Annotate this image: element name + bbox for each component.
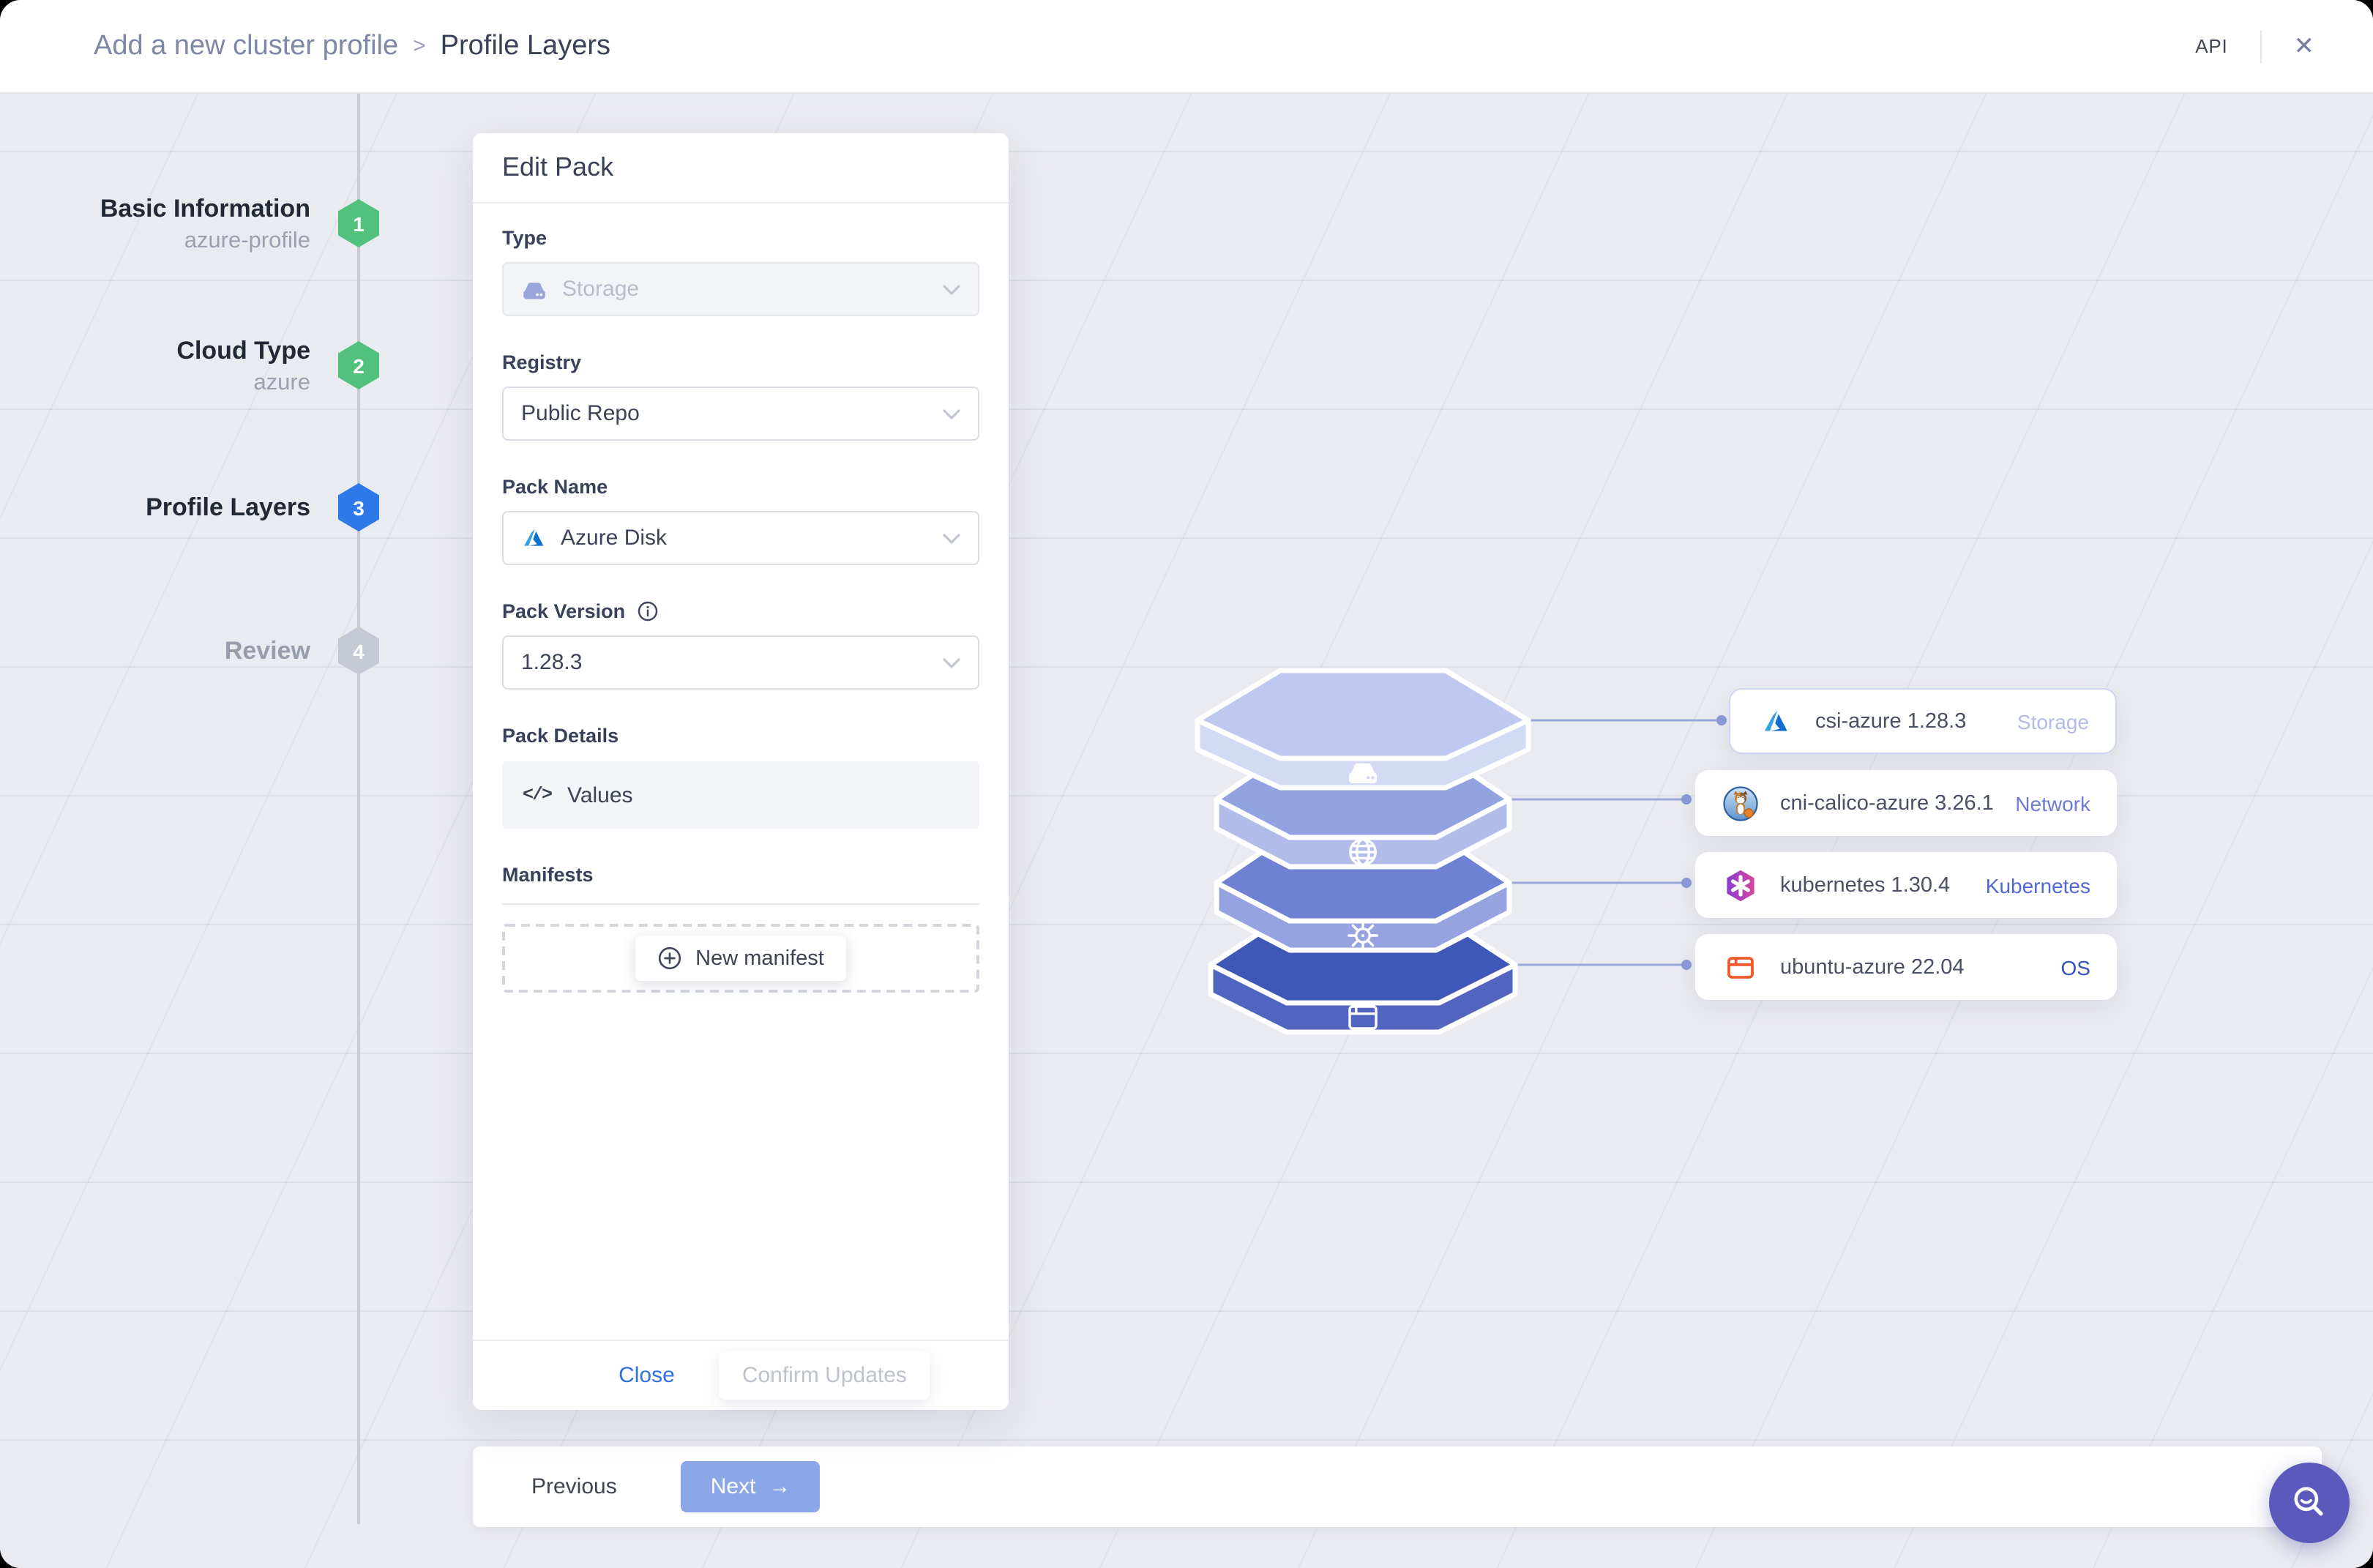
- chevron-down-icon: [943, 408, 960, 419]
- plus-circle-icon: [659, 947, 681, 970]
- pack-version-label: Pack Version: [502, 600, 979, 622]
- azure-icon: [1757, 702, 1795, 740]
- chevron-down-icon: [943, 657, 960, 668]
- registry-label: Registry: [502, 351, 582, 373]
- wizard-nav-bar: Previous Next →: [473, 1446, 2322, 1527]
- magnifier-icon: [2294, 1487, 2323, 1516]
- step-title: Review: [224, 637, 310, 665]
- kubernetes-helm-icon: [1348, 920, 1378, 951]
- step-subtitle: azure: [253, 370, 310, 395]
- panel-title: Edit Pack: [473, 133, 1009, 204]
- edit-pack-panel: Edit Pack Type Storage Registry Public R…: [473, 133, 1009, 1410]
- code-icon: </>: [523, 785, 553, 805]
- pack-version-select[interactable]: 1.28.3: [502, 635, 979, 690]
- pack-details-label: Pack Details: [502, 725, 619, 747]
- chevron-down-icon: [943, 532, 960, 544]
- storage-drive-icon: [523, 282, 545, 299]
- pack-card-category: Storage: [2017, 709, 2089, 733]
- pack-card-name: kubernetes 1.30.4: [1780, 873, 1951, 897]
- previous-button[interactable]: Previous: [531, 1474, 617, 1499]
- pack-name-value: Azure Disk: [561, 526, 668, 550]
- app-window: Add a new cluster profile > Profile Laye…: [0, 0, 2373, 1568]
- arrow-right-icon: →: [769, 1474, 791, 1499]
- confirm-updates-button[interactable]: Confirm Updates: [718, 1351, 930, 1400]
- azure-icon: [524, 529, 544, 546]
- pack-name-select[interactable]: Azure Disk: [502, 511, 979, 565]
- stack-layer-os: [1208, 912, 1518, 1035]
- new-manifest-label: New manifest: [695, 947, 824, 970]
- main-content: Basic Information azure-profile 1 Cloud …: [0, 94, 2373, 1568]
- connector-dots: [1681, 715, 1727, 970]
- kubernetes-icon: [1722, 866, 1760, 904]
- next-button[interactable]: Next →: [681, 1461, 821, 1512]
- type-label: Type: [502, 227, 548, 249]
- manifests-dropzone: New manifest: [502, 924, 979, 993]
- connector-lines: [1509, 719, 1722, 966]
- step-badge-1[interactable]: 1: [338, 199, 379, 247]
- os-window-icon: [1348, 1005, 1378, 1030]
- close-icon[interactable]: ✕: [2294, 34, 2315, 59]
- pack-values-row[interactable]: </> Values: [502, 761, 979, 829]
- step-badge-3[interactable]: 3: [338, 483, 379, 531]
- step-badge-4[interactable]: 4: [338, 627, 379, 675]
- step-subtitle: azure-profile: [184, 228, 310, 253]
- breadcrumb-current: Profile Layers: [440, 30, 610, 61]
- globe-icon: [1349, 838, 1377, 866]
- registry-value: Public Repo: [521, 401, 640, 426]
- stack-layer-storage: [1195, 668, 1531, 791]
- registry-select[interactable]: Public Repo: [502, 387, 979, 441]
- chevron-down-icon: [943, 283, 960, 295]
- manifests-label: Manifests: [502, 864, 594, 886]
- step-cloud-type[interactable]: Cloud Type azure: [0, 325, 310, 407]
- stack-layer-kubernetes: [1214, 830, 1512, 953]
- close-button[interactable]: Close: [619, 1363, 675, 1388]
- pack-card-csi-azure[interactable]: csi-azure 1.28.3 Storage: [1729, 688, 2117, 754]
- storage-drive-icon: [1349, 763, 1377, 783]
- type-value: Storage: [562, 277, 640, 302]
- pack-card-category: Kubernetes: [1985, 873, 2090, 897]
- pack-version-value: 1.28.3: [521, 650, 583, 675]
- step-title: Cloud Type: [176, 336, 310, 364]
- pack-card-cni-calico-azure[interactable]: cni-calico-azure 3.26.1 Network: [1695, 770, 2117, 836]
- header-divider: [2260, 30, 2262, 62]
- breadcrumb: Add a new cluster profile > Profile Laye…: [94, 30, 610, 62]
- pack-card-kubernetes[interactable]: kubernetes 1.30.4 Kubernetes: [1695, 852, 2117, 918]
- step-title: Basic Information: [100, 194, 310, 222]
- step-review[interactable]: Review: [0, 611, 310, 692]
- pack-name-label: Pack Name: [502, 476, 608, 498]
- next-label: Next: [710, 1474, 756, 1499]
- panel-body: Type Storage Registry Public Repo Pack N…: [473, 204, 1009, 993]
- header: Add a new cluster profile > Profile Laye…: [0, 0, 2373, 94]
- pack-card-name: cni-calico-azure 3.26.1: [1780, 791, 1994, 815]
- step-basic-information[interactable]: Basic Information azure-profile: [0, 183, 310, 265]
- breadcrumb-parent[interactable]: Add a new cluster profile: [94, 30, 398, 62]
- pack-card-category: Network: [2015, 791, 2090, 815]
- panel-footer: Close Confirm Updates: [473, 1340, 1009, 1410]
- step-title: Profile Layers: [146, 493, 310, 521]
- stack-layer-network: [1214, 747, 1512, 870]
- step-badge-2[interactable]: 2: [338, 341, 379, 389]
- type-select[interactable]: Storage: [502, 262, 979, 316]
- pack-values-label: Values: [567, 783, 633, 807]
- stage: Add a new cluster profile > Profile Laye…: [0, 0, 2373, 1568]
- api-button[interactable]: API: [2195, 35, 2227, 57]
- info-icon[interactable]: [637, 600, 659, 622]
- breadcrumb-separator: >: [413, 34, 426, 59]
- calico-icon: [1722, 784, 1760, 822]
- pack-card-name: ubuntu-azure 22.04: [1780, 955, 1965, 979]
- step-profile-layers[interactable]: Profile Layers: [0, 467, 310, 549]
- stepper-line: [357, 94, 360, 1524]
- zoom-search-fab[interactable]: [2269, 1463, 2350, 1543]
- manifests-divider: [502, 903, 979, 905]
- new-manifest-button[interactable]: New manifest: [635, 936, 846, 981]
- pack-card-name: csi-azure 1.28.3: [1815, 709, 1967, 733]
- pack-card-category: OS: [2060, 955, 2090, 979]
- pack-version-label-text: Pack Version: [502, 600, 626, 622]
- ubuntu-icon: [1722, 948, 1760, 986]
- header-actions: API ✕: [2195, 30, 2314, 62]
- pack-card-ubuntu-azure[interactable]: ubuntu-azure 22.04 OS: [1695, 934, 2117, 1000]
